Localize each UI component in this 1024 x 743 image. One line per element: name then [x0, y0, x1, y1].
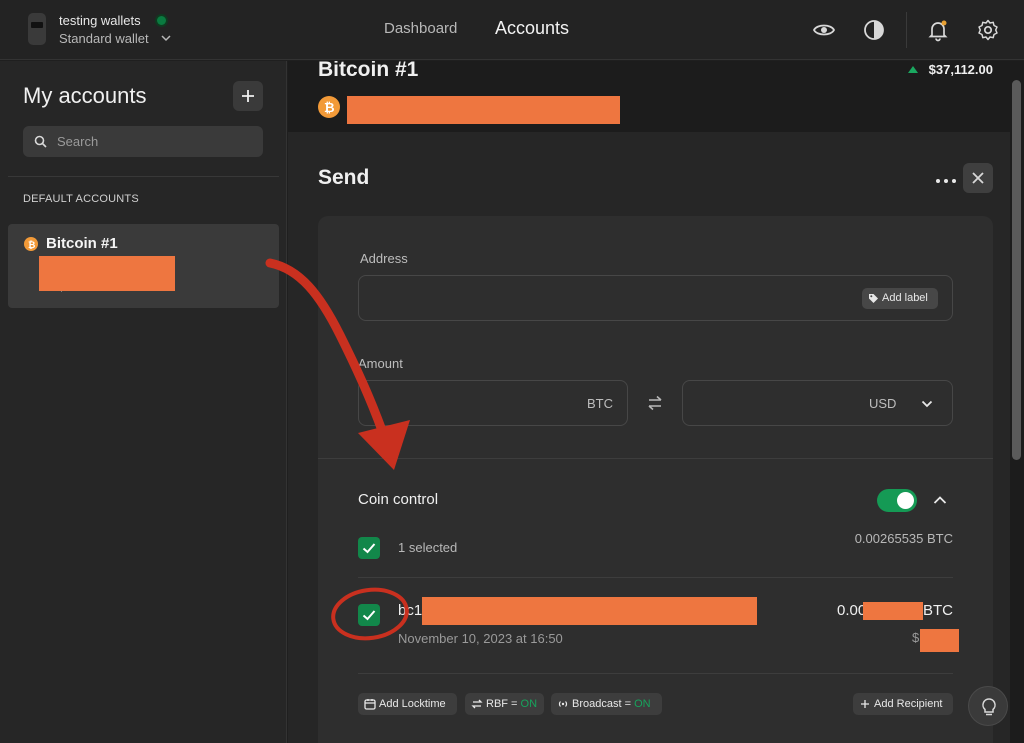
rbf-value: ON	[520, 698, 538, 710]
section-label-default-accounts: DEFAULT ACCOUNTS	[23, 193, 139, 205]
toolbar-divider	[906, 12, 907, 48]
utxo-checkbox[interactable]	[358, 604, 380, 626]
tag-icon	[869, 294, 878, 303]
utxo-unit: BTC	[923, 602, 953, 619]
broadcast-value: ON	[634, 698, 651, 710]
main-content: Bitcoin #1 ₿ $37,112.00 Send Address Add…	[288, 61, 1010, 743]
account-title: Bitcoin #1	[318, 61, 419, 81]
svg-text:₿: ₿	[324, 100, 335, 115]
lightbulb-icon	[982, 698, 996, 716]
amount-btc-input[interactable]: BTC	[358, 380, 628, 426]
row-divider	[358, 673, 953, 674]
send-title: Send	[318, 166, 370, 189]
broadcast-label: Broadcast =	[572, 698, 635, 710]
plus-icon	[861, 700, 869, 708]
plus-icon	[242, 90, 254, 102]
sidebar-item-bitcoin-1[interactable]: ₿ Bitcoin #1 $	[8, 224, 279, 308]
address-label: Address	[360, 251, 408, 266]
search-input[interactable]	[57, 126, 257, 157]
check-icon	[362, 543, 376, 554]
fiat-price: $37,112.00	[928, 62, 993, 77]
account-search[interactable]	[23, 126, 263, 157]
bell-icon[interactable]	[926, 18, 950, 42]
amount-label: Amount	[358, 356, 403, 371]
add-recipient-label: Add Recipient	[874, 698, 943, 710]
redaction-block	[39, 256, 175, 291]
rbf-icon	[471, 699, 483, 709]
svg-text:₿: ₿	[28, 240, 35, 250]
account-name: Bitcoin #1	[46, 235, 118, 252]
rbf-toggle[interactable]: RBF = ON	[465, 693, 544, 715]
utxo-amount: 0.00	[837, 602, 867, 619]
chevron-down-icon[interactable]	[921, 398, 933, 410]
scrollbar-thumb[interactable]	[1012, 80, 1021, 460]
select-all-checkbox[interactable]	[358, 537, 380, 559]
help-button[interactable]	[968, 686, 1008, 726]
sidebar-divider	[8, 176, 279, 177]
trend-up-icon	[908, 66, 918, 73]
redaction-block	[863, 602, 923, 620]
coin-control-title: Coin control	[358, 491, 439, 508]
wallet-name[interactable]: testing wallets	[59, 13, 141, 28]
hardware-device-icon[interactable]	[26, 12, 48, 46]
add-recipient-button[interactable]: Add Recipient	[853, 693, 953, 715]
btc-unit: BTC	[587, 396, 613, 411]
nav-accounts[interactable]: Accounts	[495, 18, 569, 39]
utxo-fiat: $	[912, 630, 920, 645]
selected-total: 0.00265535 BTC	[854, 531, 953, 546]
amount-fiat-input[interactable]: USD	[682, 380, 953, 426]
close-icon	[972, 172, 984, 184]
rbf-label: RBF =	[486, 698, 521, 710]
coin-control-divider	[318, 458, 993, 459]
add-label-text: Add label	[882, 292, 928, 304]
wallet-type[interactable]: Standard wallet	[59, 31, 149, 46]
redaction-block	[920, 629, 959, 652]
search-icon	[34, 135, 47, 148]
redaction-block	[422, 597, 757, 625]
discreet-mode-icon[interactable]	[862, 18, 886, 42]
toggle-knob	[897, 492, 914, 509]
more-options-icon[interactable]	[934, 176, 958, 186]
locktime-label: Add Locktime	[379, 698, 446, 710]
utxo-address: bc1	[398, 602, 423, 619]
check-icon	[362, 610, 376, 621]
send-panel: Send Address Add label Amount BTC USD Co…	[288, 132, 1010, 743]
broadcast-icon	[558, 701, 568, 707]
bitcoin-icon: ₿	[318, 96, 340, 118]
sidebar: My accounts DEFAULT ACCOUNTS ₿ Bitcoin #…	[0, 61, 287, 743]
selected-count: 1 selected	[398, 540, 458, 555]
swap-icon[interactable]	[646, 394, 664, 412]
add-label-button[interactable]: Add label	[862, 288, 938, 309]
top-bar: testing wallets Standard wallet Dashboar…	[0, 0, 1024, 60]
gear-icon[interactable]	[976, 18, 1000, 42]
coin-control-toggle[interactable]	[877, 489, 917, 512]
usd-unit[interactable]: USD	[869, 396, 896, 411]
chevron-down-icon[interactable]	[161, 33, 171, 43]
calendar-icon	[364, 699, 376, 710]
broadcast-toggle[interactable]: Broadcast = ON	[551, 693, 662, 715]
sidebar-title: My accounts	[23, 83, 147, 108]
account-header: Bitcoin #1 ₿ $37,112.00	[288, 61, 1010, 132]
send-form: Address Add label Amount BTC USD Coin co…	[318, 216, 993, 743]
redaction-block	[347, 96, 620, 124]
add-locktime-button[interactable]: Add Locktime	[358, 693, 457, 715]
eye-icon[interactable]	[812, 18, 836, 42]
utxo-date: November 10, 2023 at 16:50	[398, 631, 563, 646]
chevron-up-icon[interactable]	[933, 495, 947, 505]
nav-dashboard[interactable]: Dashboard	[384, 20, 457, 37]
row-divider	[358, 577, 953, 578]
close-button[interactable]	[963, 163, 993, 193]
bitcoin-icon: ₿	[24, 237, 38, 251]
add-account-button[interactable]	[233, 81, 263, 111]
wallet-status-dot	[157, 16, 166, 25]
app-window: testing wallets Standard wallet Dashboar…	[0, 0, 1024, 743]
